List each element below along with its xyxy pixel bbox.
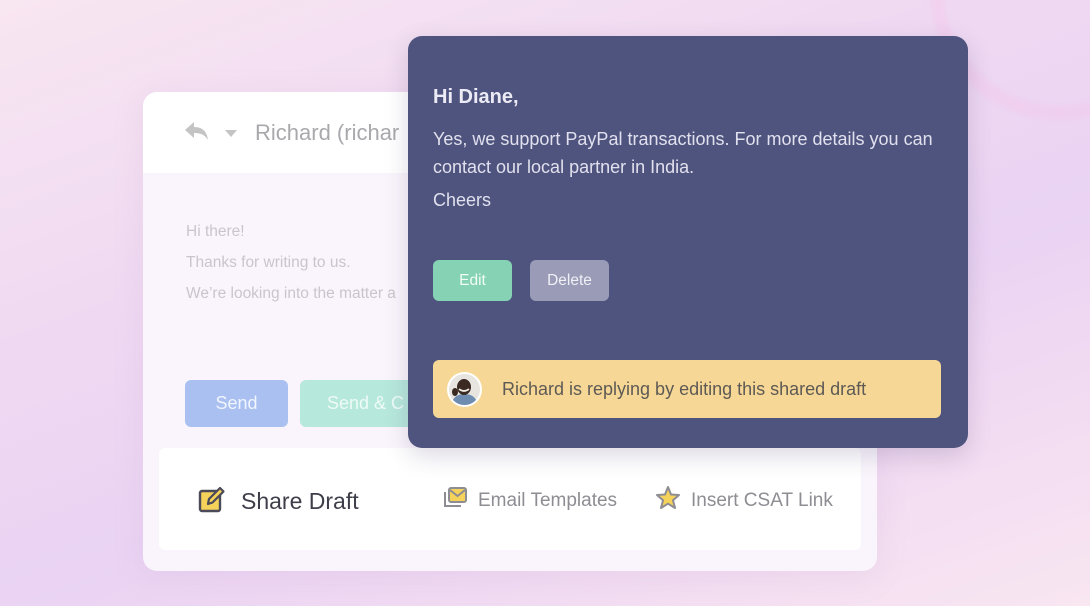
delete-button[interactable]: Delete bbox=[530, 260, 609, 301]
composer-toolbar: Share Draft Email Templates Insert CSAT … bbox=[159, 448, 861, 550]
collaboration-status-banner: Richard is replying by editing this shar… bbox=[433, 360, 941, 418]
share-draft-label: Share Draft bbox=[241, 488, 359, 514]
avatar bbox=[447, 371, 482, 407]
reply-icon[interactable] bbox=[183, 119, 225, 146]
body-line: Thanks for writing to us. bbox=[186, 254, 351, 271]
draft-message: Yes, we support PayPal transactions. For… bbox=[433, 129, 933, 177]
edit-square-icon bbox=[197, 484, 227, 519]
email-templates-label: Email Templates bbox=[478, 489, 618, 511]
body-line: We’re looking into the matter a bbox=[186, 285, 396, 302]
share-draft-button[interactable]: Share Draft bbox=[197, 484, 359, 519]
body-line: Hi there! bbox=[186, 223, 245, 240]
insert-csat-link-label: Insert CSAT Link bbox=[691, 489, 833, 511]
star-icon bbox=[655, 485, 681, 516]
draft-greeting: Hi Diane, bbox=[433, 86, 519, 108]
draft-signoff: Cheers bbox=[433, 190, 492, 210]
status-text: Richard is replying by editing this shar… bbox=[502, 378, 867, 399]
insert-csat-link-button[interactable]: Insert CSAT Link bbox=[655, 485, 833, 516]
chevron-down-icon[interactable] bbox=[225, 130, 237, 137]
send-button[interactable]: Send bbox=[185, 380, 288, 427]
envelope-stack-icon bbox=[442, 486, 468, 515]
shared-draft-card: Hi Diane, Yes, we support PayPal transac… bbox=[408, 36, 968, 448]
recipient-field[interactable]: Richard (richar bbox=[255, 120, 399, 146]
email-templates-button[interactable]: Email Templates bbox=[442, 486, 617, 515]
composer-body[interactable]: Hi there! Thanks for writing to us. We’r… bbox=[186, 216, 396, 309]
edit-button[interactable]: Edit bbox=[433, 260, 512, 301]
